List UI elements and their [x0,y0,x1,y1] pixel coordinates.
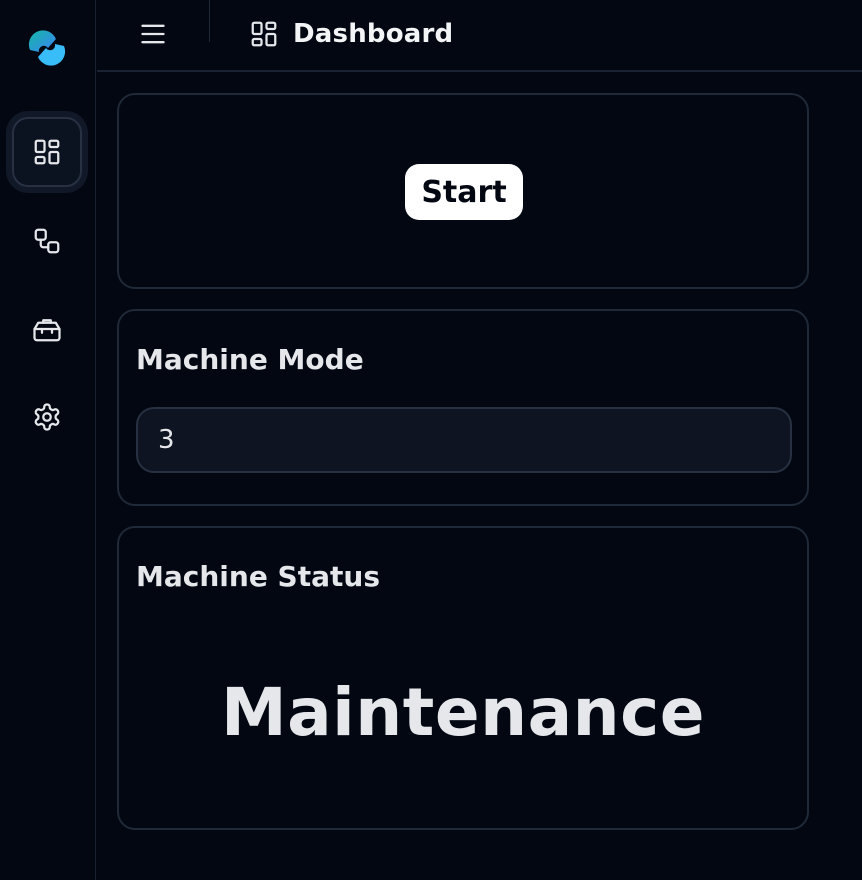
dashboard-icon [34,139,60,165]
machine-mode-label: Machine Mode [136,343,364,376]
menu-toggle-button[interactable] [135,16,171,52]
workflow-icon [34,228,60,254]
sidebar-item-toolbox[interactable] [11,293,83,365]
sidebar-item-settings[interactable] [11,381,83,453]
app-logo-icon[interactable] [22,26,72,70]
page-title: Dashboard [293,19,454,49]
machine-mode-input[interactable] [136,407,792,473]
sidebar-item-dashboard[interactable] [6,111,88,193]
start-button[interactable]: Start [405,164,523,220]
machine-mode-card: Machine Mode [117,309,809,506]
dashboard-icon [251,21,277,47]
machine-status-label: Machine Status [136,560,380,593]
machine-status-value: Maintenance [220,674,706,751]
machine-status-card: Machine Status Maintenance [117,526,809,830]
gear-icon [34,403,60,431]
app-root: Dashboard Start Machine Mode Machine Sta… [0,0,862,880]
header-divider [209,0,210,42]
top-header: Dashboard [97,0,862,72]
sidebar-item-workflow[interactable] [11,205,83,277]
sidebar [0,0,96,880]
page-title-group: Dashboard [249,16,453,52]
hamburger-menu-icon [141,24,165,44]
toolbox-icon [33,319,61,342]
start-card: Start [117,93,809,289]
